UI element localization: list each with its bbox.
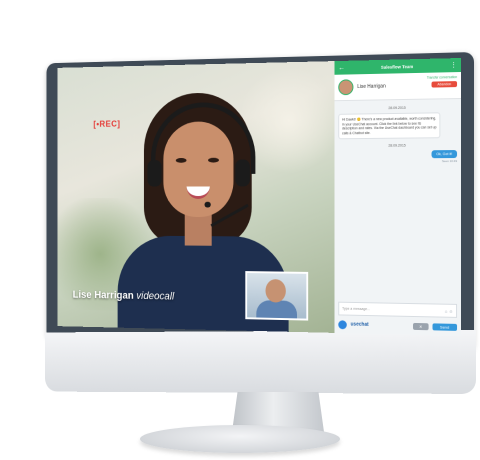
chat-panel: ← Salesflow Team ⋮ Lise Harrigan Transfe… <box>334 58 461 336</box>
call-type: videocall <box>136 290 175 303</box>
emoji-icon[interactable]: ☺ <box>449 308 453 313</box>
microphone-tip <box>204 201 211 208</box>
brand-name: usechat <box>350 321 369 328</box>
date-separator: 28.09.2015 <box>388 105 406 111</box>
message-input-placeholder: Type a message... <box>342 306 371 312</box>
monitor-chin <box>45 330 477 394</box>
headset-earcup <box>235 159 250 187</box>
contact-bar: Lise Harrigan Transfer conversation Aban… <box>334 72 461 102</box>
incoming-message: Hi Dawid! 😊 There's a new product availa… <box>338 112 441 140</box>
caller-caption: Lise Harrigan videocall <box>73 289 175 302</box>
avatar <box>338 79 354 96</box>
abandon-button[interactable]: Abandon <box>431 81 458 88</box>
send-button[interactable]: Send <box>432 322 458 331</box>
back-arrow-icon[interactable]: ← <box>338 64 345 71</box>
headset-earcup <box>147 160 162 187</box>
message-list[interactable]: 28.09.2015 Hi Dawid! 😊 There's a new pro… <box>334 99 461 304</box>
screen: [•REC] Lise Harrigan videocall ← Salesfl… <box>57 58 461 336</box>
more-options-icon[interactable]: ⋮ <box>450 61 457 69</box>
video-call-area[interactable]: [•REC] Lise Harrigan videocall <box>57 61 335 333</box>
transfer-conversation-link[interactable]: Transfer conversation <box>427 75 457 80</box>
date-separator: 28.09.2015 <box>388 143 406 149</box>
usechat-logo-icon <box>338 319 347 329</box>
self-view-thumbnail[interactable] <box>245 271 309 321</box>
monitor: [•REC] Lise Harrigan videocall ← Salesfl… <box>0 0 480 460</box>
self-view-head <box>265 279 286 303</box>
caller-name: Lise Harrigan <box>72 289 134 302</box>
seen-status: Seen 10:49 <box>441 159 458 164</box>
outgoing-message: Ok, Got it! <box>431 150 458 159</box>
close-chat-button[interactable]: ✕ <box>413 322 429 330</box>
monitor-stand-base <box>140 425 340 453</box>
chat-header-title: Salesflow Team <box>380 63 414 70</box>
rec-indicator: [•REC] <box>93 118 121 129</box>
contact-name: Lise Harrigan <box>357 83 386 90</box>
contact-actions: Transfer conversation Abandon <box>427 75 458 88</box>
attach-icon[interactable]: ⌂ <box>445 308 447 313</box>
self-view-body <box>256 300 297 321</box>
message-input[interactable]: Type a message... ⌂ ☺ <box>338 301 458 318</box>
chat-footer: usechat ✕ Send <box>334 315 461 336</box>
